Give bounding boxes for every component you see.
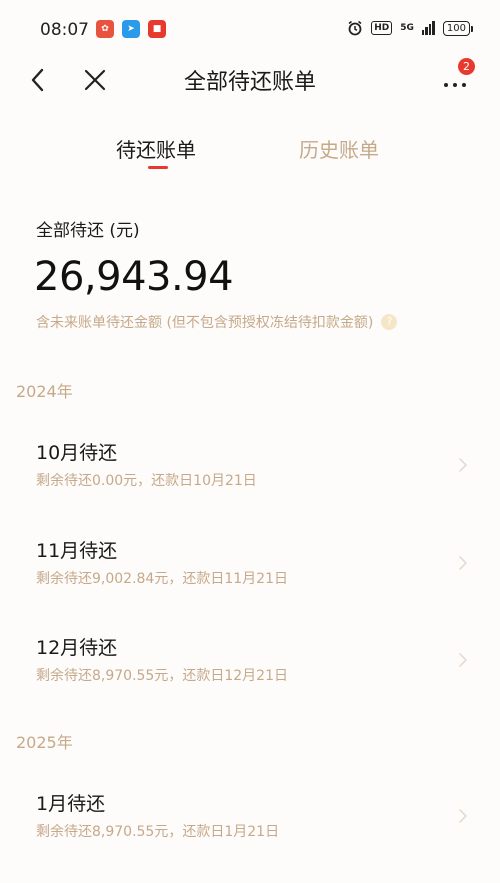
- chevron-left-icon: [31, 68, 44, 92]
- bill-detail: 剩余待还8,970.55元，还款日12月21日: [36, 668, 288, 684]
- bill-row-nov[interactable]: 11月待还 剩余待还9,002.84元，还款日11月21日: [0, 536, 500, 610]
- summary-note: 含未来账单待还金额 (但不包含预授权冻结待扣款金额) ?: [36, 312, 398, 332]
- alarm-icon: [347, 20, 363, 36]
- active-tab-indicator: [148, 166, 168, 169]
- notification-icons: ✿ ➤ ■: [96, 20, 166, 38]
- battery-icon: 100: [442, 20, 474, 36]
- summary-label: 全部待还 (元): [36, 221, 140, 241]
- status-indicators: HD 5G 100: [347, 20, 474, 36]
- battery-level: 100: [446, 22, 466, 34]
- chevron-right-icon: [459, 653, 467, 667]
- bill-title: 10月待还: [36, 442, 118, 464]
- telegram-notification-icon: ➤: [122, 20, 140, 38]
- close-icon: [84, 69, 106, 91]
- summary-note-text: 含未来账单待还金额 (但不包含预授权冻结待扣款金额): [36, 315, 374, 331]
- chevron-right-icon: [459, 809, 467, 823]
- status-time: 08:07: [40, 20, 89, 40]
- signal-icon: [421, 21, 435, 35]
- hd-voice-icon: HD: [371, 21, 393, 35]
- chevron-right-icon: [459, 556, 467, 570]
- bill-detail: 剩余待还9,002.84元，还款日11月21日: [36, 571, 288, 587]
- network-type-label: 5G: [400, 22, 414, 33]
- bill-row-oct[interactable]: 10月待还 剩余待还0.00元，还款日10月21日: [0, 438, 500, 512]
- chevron-right-icon: [459, 458, 467, 472]
- info-icon[interactable]: ?: [381, 314, 398, 330]
- year-header: 2024年: [16, 382, 73, 401]
- bill-tabs: 待还账单 历史账单: [0, 134, 500, 174]
- bill-row-dec[interactable]: 12月待还 剩余待还8,970.55元，还款日12月21日: [0, 633, 500, 707]
- bill-title: 12月待还: [36, 637, 118, 659]
- app-notification-icon: ■: [148, 20, 166, 38]
- close-button[interactable]: [82, 66, 108, 94]
- total-summary: 全部待还 (元) 26,943.94 含未来账单待还金额 (但不包含预授权冻结待…: [34, 216, 398, 331]
- notification-badge: 2: [458, 58, 475, 75]
- tab-history-bills[interactable]: 历史账单: [299, 134, 379, 163]
- nav-bar: 全部待还账单 2: [0, 58, 500, 102]
- bill-title: 1月待还: [36, 793, 106, 815]
- back-button[interactable]: [28, 66, 48, 94]
- app-notification-icon: ✿: [96, 20, 114, 38]
- bill-detail: 剩余待还0.00元，还款日10月21日: [36, 473, 257, 489]
- status-bar: 08:07 ✿ ➤ ■ HD 5G 100: [0, 0, 500, 60]
- bill-detail: 剩余待还8,970.55元，还款日1月21日: [36, 824, 280, 840]
- more-button[interactable]: 2: [442, 58, 475, 94]
- more-icon: [444, 83, 466, 87]
- total-amount: 26,943.94: [34, 254, 234, 300]
- bill-title: 11月待还: [36, 540, 118, 562]
- bill-row-jan[interactable]: 1月待还 剩余待还8,970.55元，还款日1月21日: [0, 789, 500, 863]
- page-title: 全部待还账单: [183, 70, 316, 95]
- tab-pending-bills[interactable]: 待还账单: [116, 134, 196, 163]
- network-type-icon: 5G: [400, 22, 414, 33]
- year-header: 2025年: [16, 733, 73, 752]
